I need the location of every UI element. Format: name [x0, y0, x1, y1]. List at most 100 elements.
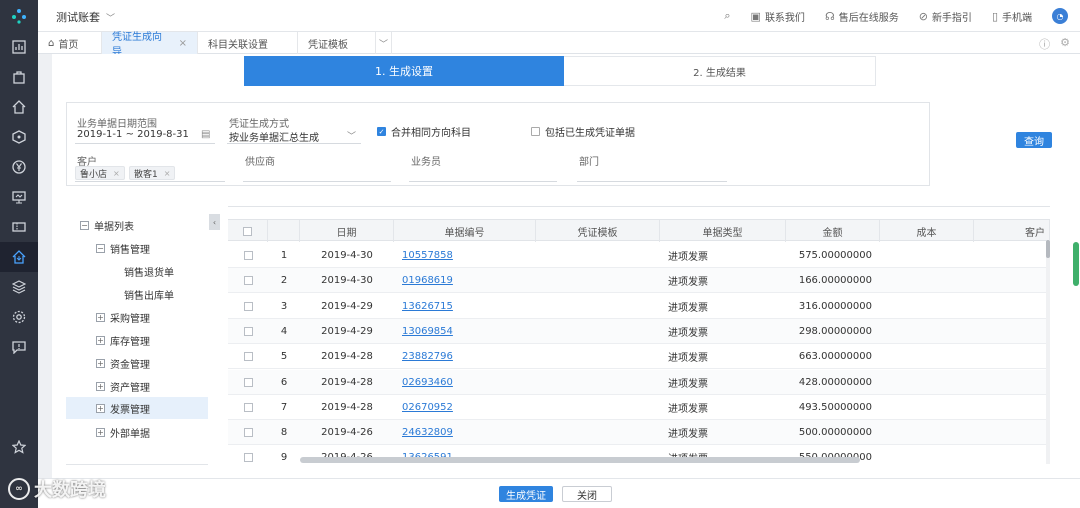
voucher-icon[interactable]	[0, 242, 38, 272]
ticket-icon[interactable]	[0, 212, 38, 242]
close-icon[interactable]: ×	[179, 38, 187, 49]
row-checkbox[interactable]	[228, 420, 268, 445]
search-button[interactable]: ⌕	[724, 9, 730, 23]
tree-item-external[interactable]: + 外部单据	[96, 421, 150, 443]
tree-item-sales-return[interactable]: 销售退货单	[124, 260, 174, 282]
tree-root[interactable]: − 单据列表	[80, 214, 134, 236]
minus-icon[interactable]: −	[80, 220, 89, 230]
row-checkbox[interactable]	[228, 294, 268, 319]
plus-icon[interactable]: +	[96, 427, 105, 437]
table-row[interactable]: 1 2019-4-30 10557858 进项发票 575.00000000	[228, 243, 1050, 268]
row-checkbox[interactable]	[228, 344, 268, 369]
header-amount[interactable]: 金额	[786, 220, 880, 242]
tab-voucher-wizard[interactable]: 凭证生成向导 ×	[102, 32, 198, 58]
tab-home[interactable]: ⌂ 首页	[38, 32, 102, 54]
grid-vertical-scrollbar-thumb[interactable]	[1046, 240, 1050, 258]
home-icon[interactable]	[0, 92, 38, 122]
customer-tag[interactable]: 鲁小店 ×	[75, 166, 125, 180]
grid-vertical-scrollbar[interactable]	[1046, 240, 1050, 464]
contact-us-button[interactable]: ▣ 联系我们	[751, 9, 805, 24]
layers-icon[interactable]	[0, 272, 38, 302]
tree-item-funds[interactable]: + 资金管理	[96, 352, 150, 374]
checkbox-unchecked-icon[interactable]	[243, 276, 253, 286]
supplier-input[interactable]	[243, 181, 391, 182]
calendar-icon[interactable]: ▤	[201, 129, 210, 140]
box-icon[interactable]	[0, 122, 38, 152]
account-switcher[interactable]: 测试账套 ﹀	[56, 9, 115, 25]
header-select-all[interactable]	[228, 220, 268, 242]
plus-icon[interactable]: +	[96, 381, 105, 391]
help-icon[interactable]: ⓘ	[1039, 36, 1050, 52]
method-select[interactable]: 按业务单据汇总生成	[229, 129, 319, 144]
chevron-down-icon[interactable]: ﹀	[347, 129, 356, 142]
row-code-link[interactable]: 13069854	[402, 319, 536, 344]
gear-icon[interactable]	[0, 302, 38, 332]
monitor-icon[interactable]	[0, 182, 38, 212]
chart-icon[interactable]	[0, 32, 38, 62]
checkbox-unchecked-icon[interactable]	[243, 226, 252, 236]
close-button[interactable]: 关闭	[562, 486, 612, 502]
close-icon[interactable]: ×	[113, 169, 120, 178]
header-cost[interactable]: 成本	[880, 220, 974, 242]
row-code-link[interactable]: 13626715	[402, 294, 536, 319]
avatar[interactable]: ◔	[1052, 8, 1068, 24]
department-input[interactable]	[577, 181, 727, 182]
plus-icon[interactable]: +	[96, 403, 105, 413]
row-code-link[interactable]: 10557858	[402, 243, 536, 268]
tree-item-inventory[interactable]: + 库存管理	[96, 329, 150, 351]
table-row[interactable]: 4 2019-4-29 13069854 进项发票 298.00000000	[228, 318, 1050, 344]
checkbox-unchecked-icon[interactable]	[243, 326, 253, 336]
row-checkbox[interactable]	[228, 395, 268, 420]
row-checkbox[interactable]	[228, 370, 268, 395]
header-template[interactable]: 凭证模板	[536, 220, 660, 242]
close-icon[interactable]: ×	[164, 169, 171, 178]
after-sales-button[interactable]: ☊ 售后在线服务	[825, 9, 899, 24]
guide-button[interactable]: ⊘ 新手指引	[919, 9, 972, 24]
header-date[interactable]: 日期	[300, 220, 394, 242]
yen-icon[interactable]	[0, 152, 38, 182]
mobile-button[interactable]: ▯ 手机端	[992, 9, 1032, 24]
bag-icon[interactable]	[0, 62, 38, 92]
tree-item-assets[interactable]: + 资产管理	[96, 375, 150, 397]
generate-voucher-button[interactable]: 生成凭证	[499, 486, 553, 502]
checkbox-unchecked-icon[interactable]	[243, 402, 253, 412]
checkbox-unchecked-icon[interactable]	[243, 301, 253, 311]
merge-checkbox[interactable]: ✓ 合并相同方向科目	[377, 124, 471, 139]
checkbox-unchecked-icon[interactable]	[243, 251, 253, 260]
query-button[interactable]: 查询	[1016, 132, 1052, 148]
chevron-down-icon[interactable]: ﹀	[376, 32, 392, 54]
message-icon[interactable]	[0, 332, 38, 362]
table-row[interactable]: 7 2019-4-28 02670952 进项发票 493.50000000	[228, 395, 1050, 420]
row-checkbox[interactable]	[228, 243, 268, 268]
checkbox-unchecked-icon[interactable]	[243, 428, 253, 438]
row-checkbox[interactable]	[228, 445, 268, 464]
include-generated-checkbox[interactable]: 包括已生成凭证单据	[531, 124, 635, 139]
header-code[interactable]: 单据编号	[394, 220, 536, 242]
tree-item-sales[interactable]: − 销售管理	[96, 237, 150, 259]
table-row[interactable]: 8 2019-4-26 24632809 进项发票 500.00000000	[228, 420, 1050, 446]
step-generate-result[interactable]: 2. 生成结果	[564, 56, 876, 86]
row-checkbox[interactable]	[228, 268, 268, 293]
grid-horizontal-scrollbar[interactable]	[300, 457, 860, 463]
minus-icon[interactable]: −	[96, 243, 105, 253]
table-row[interactable]: 6 2019-4-28 02693460 进项发票 428.00000000	[228, 369, 1050, 395]
settings-icon[interactable]: ⚙	[1060, 36, 1070, 52]
row-code-link[interactable]: 23882796	[402, 344, 536, 369]
row-checkbox[interactable]	[228, 319, 268, 344]
tree-item-purchase[interactable]: + 采购管理	[96, 306, 150, 328]
plus-icon[interactable]: +	[96, 335, 105, 345]
app-logo-icon[interactable]	[0, 0, 38, 32]
header-type[interactable]: 单据类型	[660, 220, 786, 242]
checkbox-unchecked-icon[interactable]	[243, 352, 253, 362]
table-row[interactable]: 2 2019-4-30 01968619 进项发票 166.00000000	[228, 268, 1050, 294]
date-range-input[interactable]: 2019-1-1 ~ 2019-8-31	[77, 129, 189, 140]
checkbox-unchecked-icon[interactable]	[243, 453, 253, 463]
table-row[interactable]: 5 2019-4-28 23882796 进项发票 663.00000000	[228, 344, 1050, 370]
row-code-link[interactable]: 24632809	[402, 420, 536, 445]
plus-icon[interactable]: +	[96, 312, 105, 322]
tree-item-sales-outbound[interactable]: 销售出库单	[124, 283, 174, 305]
star-icon[interactable]	[0, 432, 38, 462]
table-row[interactable]: 3 2019-4-29 13626715 进项发票 316.00000000	[228, 294, 1050, 319]
tab-voucher-template[interactable]: 凭证模板	[298, 32, 376, 54]
customer-tag[interactable]: 散客1 ×	[129, 166, 176, 180]
